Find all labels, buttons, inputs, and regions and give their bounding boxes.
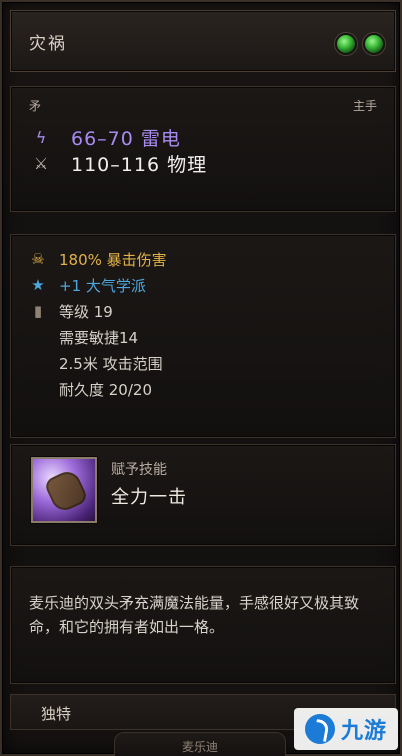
equip-slot: 主手 [352, 99, 377, 113]
stat-row: 2.5米 攻击范围 [27, 351, 163, 375]
stat-text: 耐久度 20/20 [59, 380, 152, 399]
skill-name: 全力一击 [111, 487, 187, 508]
skill-label: 赋予技能 [111, 462, 167, 478]
watermark: 九游 [294, 708, 398, 750]
damage-row-physical: ⚔ 110–116 物理 [29, 149, 207, 177]
stat-text: 180% 暴击伤害 [59, 250, 167, 269]
owner-name: 麦乐迪 [181, 740, 218, 754]
stat-text: 等级 19 [59, 302, 113, 321]
stat-row: 耐久度 20/20 [27, 377, 152, 401]
item-description: 麦乐迪的双头矛充满魔法能量，手感很好又极其致命，和它的拥有者如出一格。 [29, 594, 360, 636]
damage-row-lightning: ϟ 66–70 雷电 [29, 123, 181, 151]
damage-text: 66–70 雷电 [71, 127, 181, 150]
star-icon: ★ [31, 276, 45, 294]
damage-text: 110–116 物理 [71, 153, 208, 176]
skill-panel: 赋予技能 全力一击 [10, 444, 396, 546]
description-panel: 麦乐迪的双头矛充满魔法能量，手感很好又极其致命，和它的拥有者如出一格。 [10, 566, 396, 684]
watermark-text: 九游 [340, 719, 387, 744]
stat-row: ★ +1 大气学派 [27, 273, 146, 297]
tooltip-header: 灾祸 [10, 10, 396, 72]
stats-panel: ☠ 180% 暴击伤害 ★ +1 大气学派 ▮ 等级 19 需要敏捷14 2.5… [10, 234, 396, 438]
weapon-type: 矛 [29, 99, 42, 113]
stat-row: ▮ 等级 19 [27, 299, 113, 323]
rune-slot-icon [335, 33, 357, 55]
stat-row: ☠ 180% 暴击伤害 [27, 247, 167, 271]
stat-text: 2.5米 攻击范围 [59, 354, 163, 373]
damage-panel: 矛 主手 ϟ 66–70 雷电 ⚔ 110–116 物理 [10, 86, 396, 212]
item-name: 灾祸 [29, 34, 67, 54]
stat-text: 需要敏捷14 [59, 328, 139, 347]
crossed-swords-icon: ⚔ [33, 153, 49, 173]
stat-row: 需要敏捷14 [27, 325, 138, 349]
item-tooltip: 灾祸 矛 主手 ϟ 66–70 雷电 ⚔ 110–116 物理 ☠ 180% 暴… [0, 0, 402, 756]
bookmark-icon: ▮ [33, 302, 43, 320]
fist-strike-icon[interactable] [31, 457, 97, 523]
rune-slot-icon [363, 33, 385, 55]
lightning-icon: ϟ [35, 127, 47, 147]
jiuyou-logo-icon [304, 714, 335, 744]
stat-text: +1 大气学派 [59, 276, 146, 295]
skull-icon: ☠ [31, 250, 45, 268]
owner-tab: 麦乐迪 [114, 732, 286, 756]
rarity-label: 独特 [41, 705, 72, 723]
